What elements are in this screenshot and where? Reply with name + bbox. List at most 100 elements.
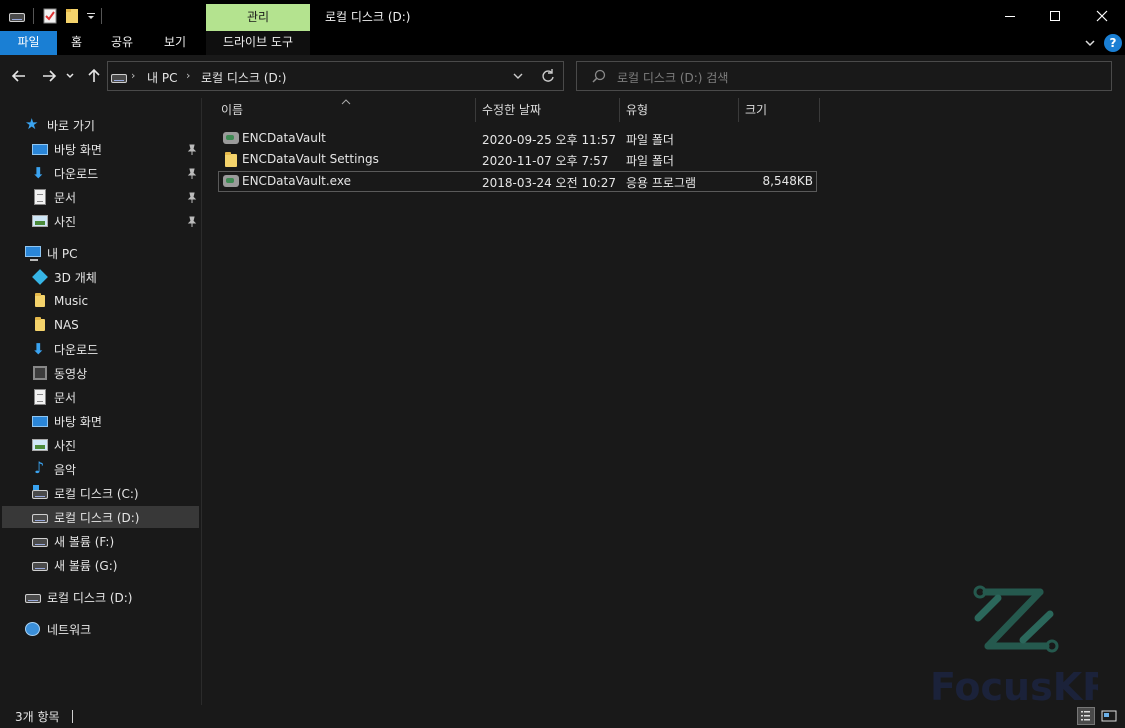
close-icon: [1096, 10, 1108, 21]
tab-manage[interactable]: 관리: [206, 4, 310, 31]
download-arrow-icon: ⬇: [32, 164, 45, 182]
tab-share[interactable]: 공유: [111, 31, 133, 55]
nav-item-drive-f[interactable]: 새 볼륨 (F:): [32, 530, 114, 552]
pin-icon[interactable]: [187, 168, 197, 180]
breadcrumb-drive-d[interactable]: 로컬 디스크 (D:): [201, 69, 286, 86]
help-icon[interactable]: ?: [1104, 34, 1122, 52]
status-bar: 3개 항목: [0, 705, 1125, 728]
pin-icon[interactable]: [187, 216, 197, 228]
large-icons-view-icon: [1101, 710, 1117, 722]
column-header-modified[interactable]: 수정한 날짜: [476, 98, 620, 122]
nav-label: 다운로드: [54, 342, 99, 357]
pictures-icon: [32, 213, 48, 229]
nav-item-documents-quick[interactable]: 문서: [32, 186, 76, 208]
ribbon-tabs: 파일 홈 공유 보기 드라이브 도구 ?: [0, 31, 1125, 55]
desktop-icon: [32, 141, 48, 157]
nav-label: Music: [54, 294, 89, 308]
search-icon: [591, 68, 607, 84]
windows-drive-icon: [32, 485, 48, 501]
separator: [33, 8, 34, 24]
up-arrow-icon: [88, 68, 100, 82]
nav-item-nas[interactable]: NAS: [32, 314, 79, 336]
network-icon: [25, 621, 41, 637]
tab-file[interactable]: 파일: [0, 31, 57, 55]
address-row: › 내 PC › 로컬 디스크 (D:) 로컬 디스크 (D:) 검색: [0, 55, 1125, 98]
nav-item-drive-c[interactable]: 로컬 디스크 (C:): [32, 482, 139, 504]
chevron-down-icon: [66, 73, 74, 79]
nav-drive-d-root[interactable]: 로컬 디스크 (D:): [25, 586, 132, 608]
nav-item-drive-g[interactable]: 새 볼륨 (G:): [32, 554, 117, 576]
nav-item-drive-d[interactable]: 로컬 디스크 (D:): [2, 506, 199, 528]
nav-network[interactable]: 네트워크: [25, 618, 91, 640]
nav-item-pictures[interactable]: 사진: [32, 434, 76, 456]
nav-item-3d-objects[interactable]: 3D 개체: [32, 266, 97, 288]
minimize-button[interactable]: [987, 0, 1033, 31]
pin-icon[interactable]: [187, 192, 197, 204]
new-folder-icon[interactable]: [64, 6, 80, 26]
drive-icon: [25, 589, 41, 605]
navigation-pane: ★ 바로 가기 바탕 화면 ⬇ 다운로드 문서 사진 내 PC 3D 개체 Mu…: [0, 98, 202, 705]
nav-item-pictures-quick[interactable]: 사진: [32, 210, 76, 232]
quick-access-dropdown-icon[interactable]: [86, 6, 96, 26]
up-button[interactable]: [84, 66, 104, 86]
properties-icon[interactable]: [42, 6, 58, 26]
file-type: 파일 폴더: [626, 154, 674, 168]
maximize-button[interactable]: [1032, 0, 1078, 31]
exe-icon: [223, 173, 239, 189]
nav-quick-access[interactable]: ★ 바로 가기: [25, 114, 95, 136]
separator: [101, 8, 102, 24]
column-header-name[interactable]: 이름: [215, 98, 476, 122]
recent-locations-button[interactable]: [63, 66, 77, 86]
minimize-icon: [1005, 15, 1015, 17]
nav-item-documents[interactable]: 문서: [32, 386, 76, 408]
column-header-size[interactable]: 크기: [739, 98, 820, 122]
nav-label: 사진: [54, 438, 77, 453]
window-title: 로컬 디스크 (D:): [325, 10, 411, 24]
file-modified: 2020-11-07 오후 7:57: [482, 154, 609, 168]
folder-icon: [32, 317, 48, 333]
ribbon-expand-icon[interactable]: [1083, 35, 1097, 51]
drive-icon: [32, 533, 48, 549]
close-button[interactable]: [1079, 0, 1125, 31]
nav-item-music[interactable]: ♪ 음악: [32, 458, 76, 480]
file-row[interactable]: ENCDataVault Settings 2020-11-07 오후 7:57…: [218, 149, 817, 170]
nav-item-music-folder[interactable]: Music: [32, 290, 88, 312]
nav-label: 문서: [54, 190, 77, 205]
tab-view[interactable]: 보기: [164, 31, 186, 55]
address-bar[interactable]: › 내 PC › 로컬 디스크 (D:): [107, 61, 564, 91]
address-dropdown-icon[interactable]: [511, 69, 525, 83]
nav-item-downloads[interactable]: ⬇ 다운로드: [32, 338, 98, 360]
nav-label: 내 PC: [47, 246, 78, 261]
file-row[interactable]: ENCDataVault 2020-09-25 오후 11:57 파일 폴더: [218, 128, 817, 149]
nav-label: 로컬 디스크 (C:): [54, 486, 139, 501]
nav-label: 새 볼륨 (G:): [54, 558, 118, 573]
nav-this-pc[interactable]: 내 PC: [25, 242, 77, 264]
tab-drive-tools[interactable]: 드라이브 도구: [206, 31, 310, 55]
vault-folder-icon: [223, 130, 239, 146]
tab-home[interactable]: 홈: [71, 31, 82, 55]
file-row[interactable]: ENCDataVault.exe 2018-03-24 오전 10:27 응용 …: [218, 171, 817, 192]
back-button[interactable]: [9, 66, 29, 86]
nav-label: 사진: [54, 214, 77, 229]
nav-label: 문서: [54, 390, 77, 405]
file-type: 응용 프로그램: [626, 176, 697, 190]
column-header-type[interactable]: 유형: [620, 98, 739, 122]
nav-label: NAS: [54, 318, 79, 332]
search-input[interactable]: 로컬 디스크 (D:) 검색: [576, 61, 1112, 91]
folder-icon: [223, 152, 239, 168]
refresh-icon[interactable]: [540, 68, 556, 84]
nav-item-desktop[interactable]: 바탕 화면: [32, 410, 102, 432]
computer-icon: [25, 245, 41, 261]
large-icons-view-button[interactable]: [1101, 708, 1117, 724]
nav-label: 다운로드: [54, 166, 99, 181]
breadcrumb-this-pc[interactable]: 내 PC: [147, 69, 177, 86]
nav-label: 새 볼륨 (F:): [54, 534, 115, 549]
details-view-button[interactable]: [1077, 707, 1095, 725]
nav-item-downloads-quick[interactable]: ⬇ 다운로드: [32, 162, 98, 184]
nav-label: 바탕 화면: [54, 142, 102, 157]
pin-icon[interactable]: [187, 144, 197, 156]
forward-button[interactable]: [39, 66, 59, 86]
nav-item-videos[interactable]: 동영상: [32, 362, 87, 384]
file-list: 이름 수정한 날짜 유형 크기 ENCDataVault 2020-09-25 …: [203, 98, 1125, 709]
nav-item-desktop-quick[interactable]: 바탕 화면: [32, 138, 102, 160]
